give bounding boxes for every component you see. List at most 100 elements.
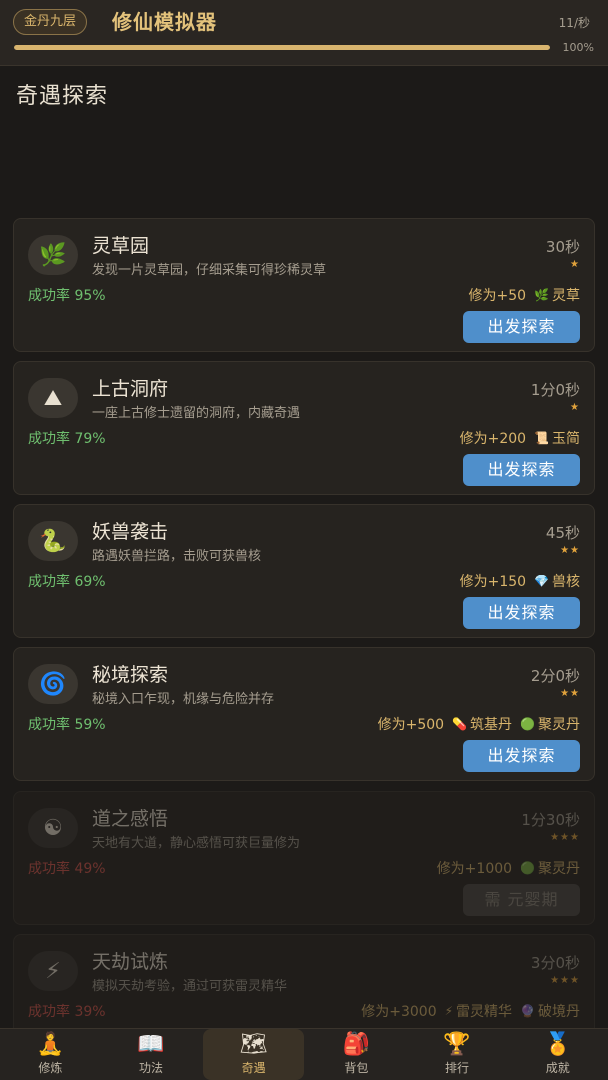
success-rate: 成功率 69%: [28, 574, 106, 590]
reward-xp-label: 修为+150: [459, 574, 527, 590]
success-rate: 成功率 79%: [28, 431, 106, 447]
nav-item-achievements[interactable]: 🏅 成就: [507, 1029, 608, 1080]
nav-item-adventure[interactable]: 🗺 奇遇: [203, 1029, 305, 1080]
green-dot-icon: 🟢: [520, 861, 535, 875]
success-rate: 成功率 95%: [28, 288, 106, 304]
adventure-name: 道之感悟: [92, 808, 169, 830]
green-dot-icon: 🟢: [520, 717, 535, 731]
success-rate: 成功率 49%: [28, 861, 106, 877]
adventure-description: 模拟天劫考验，通过可获雷灵精华: [92, 979, 288, 994]
reward-item: 🟢 聚灵丹: [520, 858, 580, 878]
reward-item: 🌿 灵草: [534, 285, 580, 305]
realm-badge: 金丹九层: [13, 9, 88, 35]
lightning-icon: ⚡: [444, 1004, 454, 1018]
difficulty-stars: ★★: [560, 545, 580, 556]
reward-xp-label: 修为+500: [377, 717, 445, 733]
book-icon: 📖: [137, 1032, 165, 1057]
progress-percent: 100%: [562, 41, 594, 54]
herb-icon: 🌿: [28, 235, 78, 275]
difficulty-stars: ★★★: [550, 832, 580, 843]
adventure-card: ⛰ 上古洞府一座上古修士遗留的洞府，内藏奇遇 1分0秒 ★ 成功率 79% 修为+200 📜…: [13, 361, 595, 495]
reward-item: 📜 玉简: [534, 428, 580, 448]
cultivation-rate: 11/秒: [558, 16, 590, 30]
reward-label: 玉简: [552, 431, 580, 447]
app-title: 修仙模拟器: [112, 10, 217, 34]
difficulty-stars: ★: [570, 259, 580, 270]
adventure-description: 一座上古修士遗留的洞府，内藏奇遇: [92, 406, 301, 421]
adventure-name: 秘境探索: [92, 664, 169, 686]
cultivation-progress-bar: [14, 45, 550, 50]
reward-label: 筑基丹: [470, 717, 513, 733]
reward-item: 🟢 聚灵丹: [520, 714, 580, 734]
adventure-duration: 1分30秒: [521, 811, 580, 829]
meditation-icon: 🧘: [36, 1032, 65, 1057]
reward-item: 💎 兽核: [534, 571, 580, 591]
medal-icon: 🏅: [543, 1032, 572, 1057]
start-explore-button[interactable]: 出发探索: [463, 597, 580, 629]
nav-label: 成就: [545, 1061, 570, 1075]
adventure-name: 灵草园: [92, 235, 150, 257]
reward-label: 灵草: [552, 288, 580, 304]
reward-xp: 修为+1000: [437, 858, 512, 878]
adventure-duration: 45秒: [545, 524, 580, 542]
reward-xp: 修为+50: [469, 285, 527, 305]
adventure-card: 🌿 灵草园 发现一片灵草园，仔细采集可得珍稀灵草 30秒 ★ 成功率 95% 修为+50 🌿 灵…: [13, 218, 595, 352]
reward-list: 修为+150 💎 兽核: [460, 571, 580, 591]
bottom-nav: 🧘 修炼 📖 功法 🗺 奇遇 🎒 背包 🏆 排行 🏅 成就: [0, 1028, 608, 1080]
adventure-duration: 2分0秒: [530, 667, 580, 685]
nav-label: 奇遇: [241, 1061, 266, 1075]
start-explore-button[interactable]: 出发探索: [463, 740, 580, 772]
cultivation-progress-fill: [14, 45, 550, 50]
reward-xp: 修为+200: [460, 428, 526, 448]
yin-yang-icon: ☯: [28, 808, 78, 848]
serpent-icon: 🐍: [28, 521, 78, 561]
nav-label: 修炼: [38, 1061, 63, 1075]
adventure-card: 🌀 秘境探索秘境入口乍现，机缘与危险并存 2分0秒 ★★ 成功率 59% 修为+500 💊 筑…: [13, 647, 595, 781]
header-bar: 金丹九层 修仙模拟器 11/秒 100%: [0, 0, 608, 66]
adventure-description: 天地有大道，静心感悟可获巨量修为: [92, 836, 301, 851]
adventure-description: 秘境入口乍现，机缘与危险并存: [92, 692, 275, 707]
nav-item-ranking[interactable]: 🏆 排行: [407, 1029, 508, 1080]
success-rate: 成功率 59%: [28, 717, 106, 733]
start-explore-button[interactable]: 出发探索: [463, 311, 580, 343]
reward-label: 聚灵丹: [538, 861, 580, 877]
reward-xp-label: 修为+1000: [436, 861, 513, 877]
adventure-card: ☯ 道之感悟天地有大道，静心感悟可获巨量修为 1分30秒 ★★★ 成功率 49% 修为+1…: [13, 791, 595, 925]
adventure-name: 上古洞府: [92, 378, 169, 400]
nav-item-cultivate[interactable]: 🧘 修炼: [0, 1029, 101, 1080]
reward-item: 🔮 破境丹: [520, 1001, 580, 1021]
nav-label: 功法: [139, 1061, 164, 1075]
reward-xp: 修为+150: [460, 571, 526, 591]
map-icon: 🗺: [239, 1032, 268, 1057]
start-explore-button[interactable]: 出发探索: [463, 454, 580, 486]
difficulty-stars: ★: [570, 402, 580, 413]
herb-icon: 🌿: [534, 288, 549, 302]
reward-xp-label: 修为+200: [459, 431, 527, 447]
difficulty-stars: ★★: [560, 688, 580, 699]
reward-label: 兽核: [552, 574, 580, 590]
adventure-duration: 1分0秒: [530, 381, 580, 399]
adventure-description: 发现一片灵草园，仔细采集可得珍稀灵草: [92, 263, 327, 278]
adventure-duration: 30秒: [545, 238, 580, 256]
vortex-icon: 🌀: [28, 664, 78, 704]
start-explore-button: 需 元婴期: [463, 884, 580, 916]
reward-xp-label: 修为+3000: [361, 1004, 437, 1020]
backpack-icon: 🎒: [342, 1032, 371, 1057]
nav-item-techniques[interactable]: 📖 功法: [101, 1029, 202, 1080]
gem-icon: 💎: [534, 574, 549, 588]
reward-label: 雷灵精华: [456, 1004, 513, 1020]
reward-list: 修为+1000 🟢 聚灵丹: [437, 858, 580, 878]
mountain-icon: ⛰: [28, 378, 78, 418]
reward-item: ⚡ 雷灵精华: [445, 1001, 512, 1021]
nav-label: 排行: [445, 1061, 470, 1075]
adventure-name: 天劫试炼: [92, 951, 169, 973]
reward-list: 修为+50 🌿 灵草: [469, 285, 581, 305]
nav-item-backpack[interactable]: 🎒 背包: [306, 1029, 407, 1080]
reward-label: 破境丹: [538, 1004, 580, 1020]
adventure-description: 路遇妖兽拦路，击败可获兽核: [92, 549, 262, 564]
lightning-icon: ⚡: [28, 951, 78, 991]
reward-xp: 修为+500: [378, 714, 444, 734]
adventure-card: 🐍 妖兽袭击 路遇妖兽拦路，击败可获兽核 45秒 ★★ 成功率 69% 修为+150 💎 兽核出…: [13, 504, 595, 638]
nav-label: 背包: [344, 1061, 369, 1075]
reward-item: 💊 筑基丹: [452, 714, 512, 734]
